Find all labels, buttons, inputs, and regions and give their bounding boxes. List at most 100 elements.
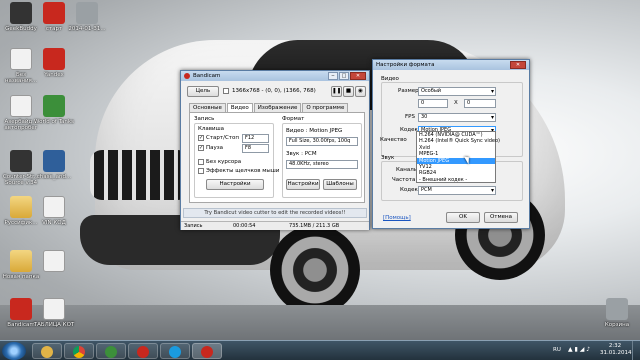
format-dialog-titlebar[interactable]: Настройки формата ✕: [373, 60, 529, 70]
audio-codec-label: Кодек: [400, 187, 418, 193]
car-front-wheel-image: [270, 225, 360, 315]
close-button[interactable]: ✕: [350, 72, 366, 80]
image-file-icon: [43, 150, 65, 172]
codec-option[interactable]: - Внешний кодек -: [417, 177, 495, 183]
world-of-tanks-icon: [43, 95, 65, 117]
desktop-icon-world-of-tanks[interactable]: World of Tanks: [33, 95, 75, 125]
frequency-label: Частота: [392, 177, 416, 183]
codec-dropdown-list: H.264 (NVIDIA@ CUDA™) H.264 (Intel® Quic…: [416, 131, 500, 183]
video-format-text: Видео : Motion JPEG: [286, 128, 343, 134]
taskbar-app-chrome[interactable]: [64, 343, 94, 359]
floor-image: [0, 305, 640, 340]
maximize-button[interactable]: □: [339, 72, 349, 80]
format-settings-button[interactable]: Настройки: [286, 179, 320, 190]
help-link[interactable]: [Помощь]: [383, 215, 411, 221]
taskbar-clock[interactable]: 2:32 31.01.2014: [600, 343, 632, 357]
bandicam-icon: [184, 73, 190, 79]
stop-record-button[interactable]: ■: [343, 86, 354, 97]
record-time: 00:00:54: [233, 223, 256, 229]
image-file-icon: [76, 2, 98, 24]
desktop-icon-recycle-bin[interactable]: Корзина: [596, 298, 638, 328]
tab-about[interactable]: О программе: [302, 103, 349, 112]
taskbar-app-world-of-tanks[interactable]: [96, 343, 126, 359]
screen-mode-checkbox[interactable]: [223, 88, 229, 94]
bandicam-title: Bandicam: [193, 73, 221, 79]
status-label: Запись: [184, 223, 203, 229]
audio-format-text: Звук : PCM: [286, 151, 317, 157]
pause-hotkey-field[interactable]: F8: [242, 144, 269, 153]
document-icon: [43, 250, 65, 272]
format-dialog-title: Настройки формата: [376, 62, 435, 68]
audio-details-field: 48.0KHz, stereo: [286, 160, 358, 169]
height-field[interactable]: 0: [464, 99, 496, 108]
recycle-bin-icon: [606, 298, 628, 320]
yandex-icon: [43, 48, 65, 70]
close-button[interactable]: ✕: [510, 61, 526, 69]
fps-label: FPS: [405, 114, 415, 120]
skype-icon: [169, 346, 181, 358]
no-cursor-checkbox[interactable]: [198, 159, 204, 165]
document-icon: [43, 196, 65, 218]
codec-option[interactable]: H.264 (Intel® Quick Sync video): [417, 138, 500, 144]
click-effects-label: Эффекты щелчков мыши: [206, 168, 280, 174]
width-field[interactable]: 0: [418, 99, 448, 108]
ok-button[interactable]: OK: [446, 212, 480, 223]
document-icon: [43, 298, 65, 320]
desktop-icon-chase[interactable]: chase_and...: [33, 150, 75, 180]
geekbuddy-icon: [10, 2, 32, 24]
resolution-text: 1366x768 - (0, 0), (1366, 768): [232, 88, 316, 94]
capture-button[interactable]: ◉: [355, 86, 366, 97]
clock-date: 31.01.2014: [600, 350, 632, 356]
desktop-icon-yandex[interactable]: Yandex: [33, 48, 75, 78]
fps-select[interactable]: 30: [418, 113, 496, 122]
taskbar-app-yandex[interactable]: [128, 343, 158, 359]
desktop-icon-screenshot[interactable]: 2014-01-31...: [66, 2, 108, 32]
image-file-icon: [10, 48, 32, 70]
desktop-icon-unnamed[interactable]: [33, 250, 75, 274]
bandicut-promo-banner[interactable]: Try Bandicut video cutter to edit the re…: [183, 208, 367, 218]
bandicam-icon: [10, 298, 32, 320]
quality-label: Качество: [380, 137, 407, 143]
mp3-file-icon: [10, 95, 32, 117]
record-settings-button[interactable]: Настройки: [206, 179, 264, 190]
target-button[interactable]: Цель: [187, 86, 219, 97]
size-label: Размер: [398, 88, 419, 94]
desktop-icon-table[interactable]: ТАБЛИЦА КОТ: [33, 298, 75, 328]
format-group-label: Формат: [282, 116, 305, 122]
start-button[interactable]: [2, 342, 26, 360]
bandicam-tabs: Основные Видео Изображение О программе: [189, 103, 349, 112]
tab-video[interactable]: Видео: [226, 103, 253, 112]
pause-checkbox[interactable]: ✓: [198, 145, 204, 151]
x-separator: X: [454, 100, 458, 106]
taskbar-app-bandicam[interactable]: [192, 343, 222, 359]
click-effects-checkbox[interactable]: [198, 168, 204, 174]
tab-image[interactable]: Изображение: [253, 103, 302, 112]
bandicam-window: Bandicam ‒ □ ✕ Цель 1366x768 - (0, 0), (…: [180, 70, 370, 230]
folder-icon: [10, 250, 32, 272]
cancel-button[interactable]: Отмена: [484, 212, 518, 223]
video-tab-panel: Запись Клавиша ✓ Старт/Стоп F12 ✓ Пауза …: [189, 112, 365, 203]
taskbar: RU ▲ ▮ ◢ ♪ 2:32 31.01.2014: [0, 340, 640, 360]
minimize-button[interactable]: ‒: [328, 72, 338, 80]
templates-button[interactable]: Шаблоны: [323, 179, 357, 190]
folder-icon: [41, 346, 53, 358]
record-size: 735.1MB / 211.3 GB: [289, 223, 340, 229]
start-stop-label: Старт/Стоп: [206, 135, 239, 141]
show-desktop-button[interactable]: [632, 341, 640, 360]
taskbar-app-explorer[interactable]: [32, 343, 62, 359]
pause-record-button[interactable]: ❚❚: [331, 86, 342, 97]
yandex-icon: [137, 346, 149, 358]
system-tray-icons[interactable]: ▲ ▮ ◢ ♪: [568, 346, 590, 353]
bandicam-statusbar: Запись 00:00:54 735.1MB / 211.3 GB: [181, 221, 369, 230]
language-indicator[interactable]: RU: [553, 347, 561, 353]
size-select[interactable]: Особый: [418, 87, 496, 96]
audio-codec-select[interactable]: PCM: [418, 186, 496, 195]
taskbar-app-skype[interactable]: [160, 343, 190, 359]
start-stop-hotkey-field[interactable]: F12: [242, 134, 269, 143]
counter-strike-icon: [10, 150, 32, 172]
tab-general[interactable]: Основные: [189, 103, 226, 112]
desktop-icon-vin-code[interactable]: VIN КОД: [33, 196, 75, 226]
folder-icon: [10, 196, 32, 218]
start-stop-checkbox[interactable]: ✓: [198, 135, 204, 141]
bandicam-titlebar[interactable]: Bandicam ‒ □ ✕: [181, 71, 369, 81]
